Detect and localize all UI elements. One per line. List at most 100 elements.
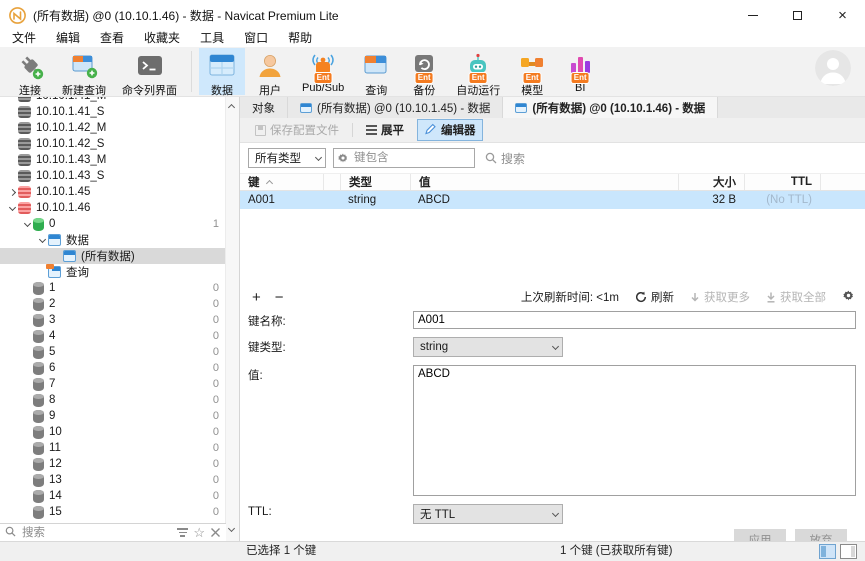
tree-item-14[interactable]: 140: [0, 488, 225, 504]
tree-item-10-10-1-43_S[interactable]: 10.10.1.43_S: [0, 168, 225, 184]
tree-item-7[interactable]: 70: [0, 376, 225, 392]
column-header-键[interactable]: 键: [240, 174, 324, 190]
remove-key-button[interactable]: −: [275, 290, 284, 305]
menu-item-4[interactable]: 工具: [190, 30, 234, 47]
editor-button[interactable]: 编辑器: [417, 119, 483, 141]
column-header-类型[interactable]: 类型: [341, 174, 411, 190]
toolbar-button-pub-sub[interactable]: EntPub/Sub: [295, 48, 351, 95]
sidebar-search-input[interactable]: [20, 526, 172, 540]
close-button[interactable]: ×: [820, 0, 865, 30]
filter-options-gear-icon[interactable]: [337, 152, 349, 167]
menu-item-1[interactable]: 编辑: [46, 30, 90, 47]
toolbar-label: 模型: [521, 82, 543, 98]
toolbar-button-bi[interactable]: EntBI: [557, 48, 603, 95]
tree-item-12[interactable]: 120: [0, 456, 225, 472]
db-gray-icon: [33, 410, 44, 423]
minimize-button[interactable]: [730, 0, 775, 30]
menu-item-2[interactable]: 查看: [90, 30, 134, 47]
type-filter-select[interactable]: 所有类型: [248, 148, 326, 168]
tree-item-15[interactable]: 150: [0, 504, 225, 520]
column-header-TTL[interactable]: TTL: [745, 174, 821, 190]
expanded-chevron-icon[interactable]: [36, 232, 48, 248]
scroll-down-icon[interactable]: [229, 526, 236, 533]
table-row[interactable]: A001stringABCD32 B(No TTL): [240, 191, 865, 209]
fetch-all-button[interactable]: 获取全部: [766, 289, 826, 305]
collapse-all-icon[interactable]: [210, 527, 221, 538]
toolbar-button--[interactable]: 连接: [7, 48, 53, 95]
settings-gear-icon[interactable]: [842, 289, 855, 305]
tree-item-3[interactable]: 30: [0, 312, 225, 328]
tab-1[interactable]: (所有数据) @0 (10.10.1.45) - 数据: [288, 97, 503, 118]
expanded-chevron-icon[interactable]: [21, 216, 33, 232]
toolbar-button--[interactable]: Ent模型: [509, 48, 555, 95]
expanded-chevron-icon[interactable]: [6, 200, 18, 216]
toolbar-button--[interactable]: 命令列界面: [115, 48, 184, 95]
tree-spacer: [21, 280, 33, 296]
tree-item-11[interactable]: 110: [0, 440, 225, 456]
toolbar-button--[interactable]: 数据: [199, 48, 245, 95]
collapsed-chevron-icon[interactable]: [6, 184, 18, 200]
column-header-值[interactable]: 值: [411, 174, 679, 190]
tree-item-0[interactable]: 01: [0, 216, 225, 232]
filter-icon[interactable]: [177, 528, 188, 537]
maximize-button[interactable]: [775, 0, 820, 30]
tree-item--[interactable]: 查询: [0, 264, 225, 280]
tree-item-9[interactable]: 90: [0, 408, 225, 424]
toggle-right-panel-icon[interactable]: [840, 544, 857, 559]
menu-item-3[interactable]: 收藏夹: [134, 30, 190, 47]
toolbar-button--[interactable]: 用户: [247, 48, 293, 95]
menu-item-5[interactable]: 窗口: [234, 30, 278, 47]
refresh-button[interactable]: 刷新: [635, 289, 674, 305]
db-gray-icon: [33, 426, 44, 439]
table-icon: [515, 103, 527, 113]
sort-asc-icon: [265, 179, 272, 186]
column-header-大小[interactable]: 大小: [679, 174, 745, 190]
tree-item-6[interactable]: 60: [0, 360, 225, 376]
tree-item-8[interactable]: 80: [0, 392, 225, 408]
tab-0[interactable]: 对象: [240, 97, 288, 118]
db-gray-icon: [33, 362, 44, 375]
menu-item-0[interactable]: 文件: [2, 30, 46, 47]
toolbar-button--[interactable]: Ent备份: [401, 48, 447, 95]
keys-table: 键 类型值 大小TTL A001stringABCD32 B(No TTL): [240, 173, 865, 209]
tree-item-10-10-1-41_M[interactable]: 10.10.1.41_M: [0, 97, 225, 104]
scroll-up-icon[interactable]: [229, 102, 236, 109]
column-header-spacer[interactable]: [324, 174, 341, 190]
tree-item-10[interactable]: 100: [0, 424, 225, 440]
tab-2[interactable]: (所有数据) @0 (10.10.1.46) - 数据: [503, 97, 718, 118]
add-key-button[interactable]: +: [252, 290, 261, 305]
key-type-select[interactable]: string: [413, 337, 563, 357]
key-search-button[interactable]: 搜索: [485, 150, 525, 167]
tree-item-10-10-1-42_M[interactable]: 10.10.1.42_M: [0, 120, 225, 136]
toggle-left-panel-icon[interactable]: [819, 544, 836, 559]
tree-item--[interactable]: 数据: [0, 232, 225, 248]
favorites-star-icon[interactable]: ☆: [193, 526, 205, 539]
tree-item-4[interactable]: 40: [0, 328, 225, 344]
tree-spacer: [6, 104, 18, 120]
key-contains-input[interactable]: [333, 148, 475, 168]
menu-item-6[interactable]: 帮助: [278, 30, 322, 47]
sidebar-scrollbar[interactable]: [225, 97, 239, 541]
user-avatar[interactable]: [815, 50, 851, 86]
tree-item-2[interactable]: 20: [0, 296, 225, 312]
tree-item--[interactable]: (所有数据): [0, 248, 225, 264]
ttl-select[interactable]: 无 TTL: [413, 504, 563, 524]
tree-item-5[interactable]: 50: [0, 344, 225, 360]
value-textarea[interactable]: ABCD: [413, 365, 856, 496]
save-profile-button[interactable]: 保存配置文件: [248, 119, 346, 141]
toolbar-button--[interactable]: 新建查询: [55, 48, 113, 95]
tree-item-count: 0: [213, 442, 225, 454]
key-name-input[interactable]: [413, 311, 856, 329]
tree-item-10-10-1-42_S[interactable]: 10.10.1.42_S: [0, 136, 225, 152]
tree-item-13[interactable]: 130: [0, 472, 225, 488]
column-label: 值: [419, 174, 431, 190]
tree-item-10-10-1-43_M[interactable]: 10.10.1.43_M: [0, 152, 225, 168]
fetch-more-button[interactable]: 获取更多: [690, 289, 750, 305]
toolbar-button--[interactable]: 查询: [353, 48, 399, 95]
flatten-button[interactable]: 展平: [359, 119, 411, 141]
toolbar-button--[interactable]: Ent自动运行: [449, 48, 507, 95]
tree-item-1[interactable]: 10: [0, 280, 225, 296]
tree-item-10-10-1-41_S[interactable]: 10.10.1.41_S: [0, 104, 225, 120]
tree-item-10-10-1-46[interactable]: 10.10.1.46: [0, 200, 225, 216]
tree-item-10-10-1-45[interactable]: 10.10.1.45: [0, 184, 225, 200]
